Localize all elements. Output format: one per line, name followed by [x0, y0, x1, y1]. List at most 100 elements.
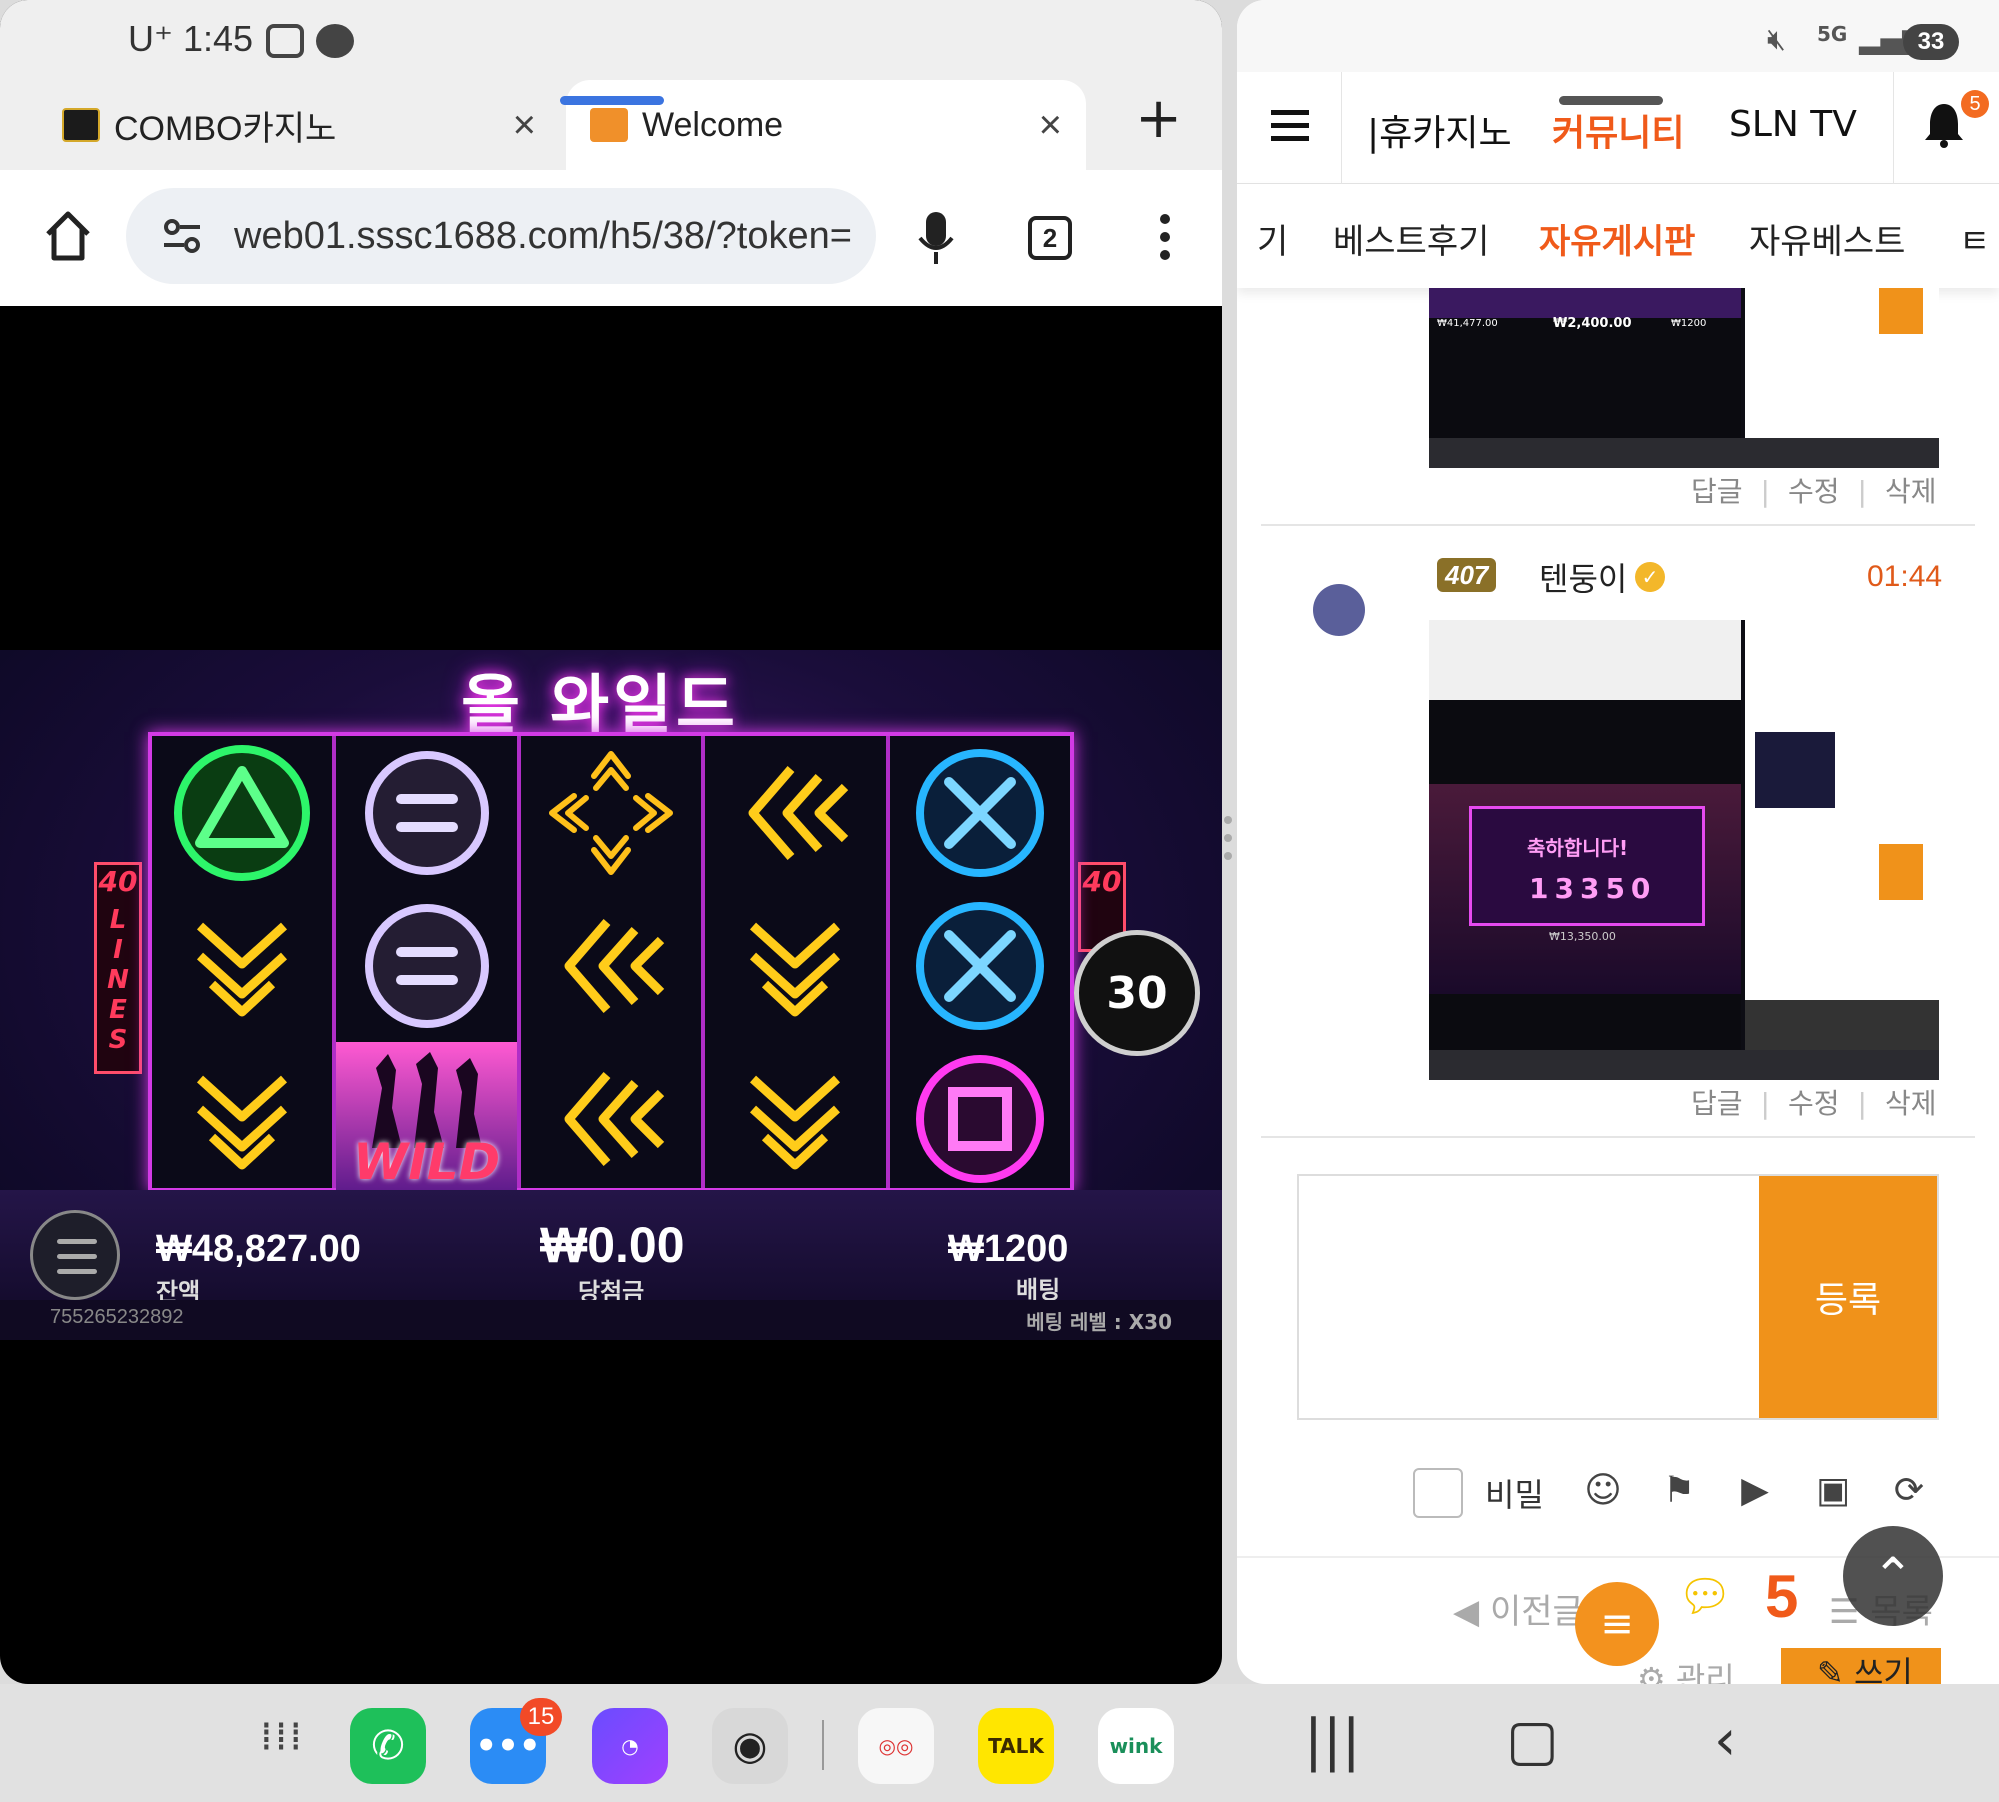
reply-link[interactable]: 답글: [1691, 475, 1743, 508]
symbol-chevron-down: [152, 1042, 332, 1195]
hamburger-menu-icon[interactable]: [1271, 110, 1309, 149]
reel-2: WILD: [336, 736, 521, 1195]
more-menu-icon[interactable]: [1160, 214, 1170, 268]
board-tab-free-board[interactable]: 자유게시판: [1539, 214, 1695, 263]
symbol-chevron-down: [705, 1042, 885, 1195]
submit-button[interactable]: 등록: [1759, 1176, 1937, 1418]
nav-item-community[interactable]: 커뮤니티: [1552, 104, 1684, 156]
back-button[interactable]: ‹: [1714, 1708, 1736, 1773]
internet-app-icon[interactable]: ◔: [592, 1708, 668, 1784]
autospin-button[interactable]: 30: [1074, 930, 1200, 1056]
write-label: 쓰기: [1853, 1654, 1913, 1684]
flag-icon[interactable]: ⚑: [1657, 1468, 1701, 1512]
wink-app-icon[interactable]: wink: [1098, 1708, 1174, 1784]
tab-welcome[interactable]: Welcome ×: [566, 80, 1086, 170]
tab-strip: COMBO카지노 × Welcome × +: [0, 80, 1222, 170]
refresh-icon[interactable]: ⟳: [1887, 1468, 1931, 1512]
lines-count: 40: [1082, 865, 1122, 898]
thumb-dock: [1429, 438, 1939, 468]
symbol-x: [890, 889, 1070, 1042]
tab-combo[interactable]: COMBO카지노 ×: [40, 80, 560, 170]
slot-game[interactable]: 올 와일드 40 LINES 40 WILD 30 ₩48,827.00 잔액 …: [0, 650, 1222, 1340]
win-value: ₩0.00: [540, 1217, 685, 1273]
board-tab-free-best[interactable]: 자유베스트: [1749, 214, 1905, 263]
thumb-page: [1745, 620, 1939, 1080]
emoji-icon[interactable]: ☺: [1581, 1468, 1625, 1512]
chevron-left-icon: [564, 1071, 665, 1166]
kakaotalk-app-icon[interactable]: TALK: [978, 1708, 1054, 1784]
loading-indicator: [560, 96, 664, 105]
chevron-down-icon: [197, 1075, 288, 1169]
chevron-down-icon: [750, 1075, 841, 1169]
write-button[interactable]: ✎ 쓰기: [1781, 1648, 1941, 1684]
lines-indicator-left: 40 LINES: [94, 862, 142, 1074]
new-tab-button[interactable]: +: [1135, 86, 1182, 151]
x-icon: [915, 748, 1044, 877]
site-settings-icon[interactable]: [162, 216, 202, 256]
chat-icon[interactable]: 💬︎: [1677, 1570, 1733, 1622]
reply-link[interactable]: 답글: [1691, 1087, 1743, 1120]
verified-icon: ✓: [1635, 562, 1665, 592]
game-info-bar: ₩48,827.00 잔액 ₩0.00 당첨금 ₩1200 배팅: [0, 1190, 1222, 1306]
avatar: [1313, 584, 1365, 636]
prev-post-link[interactable]: ◀ 이전글: [1453, 1584, 1584, 1633]
scroll-to-top-button[interactable]: ⌃: [1843, 1526, 1943, 1626]
home-icon[interactable]: [44, 208, 92, 264]
symbol-x: [890, 736, 1070, 889]
triangle-icon: [174, 744, 311, 881]
board-tab-best-review[interactable]: 베스트후기: [1333, 214, 1489, 263]
comment-image[interactable]: 축하합니다! 13350 ₩13,350.00: [1429, 620, 1939, 1080]
system-nav: ||| ▢ ‹: [1230, 1684, 1999, 1802]
split-handle[interactable]: [1224, 816, 1234, 876]
reels: WILD: [148, 732, 1074, 1195]
microphone-icon[interactable]: [918, 210, 954, 266]
manage-link[interactable]: ⚙ 관리: [1637, 1654, 1735, 1684]
edit-link[interactable]: 수정: [1788, 475, 1840, 508]
nav-item-sln-tv[interactable]: SLN TV: [1729, 104, 1857, 145]
equals-icon: [364, 750, 489, 875]
video-icon[interactable]: ▶: [1733, 1468, 1777, 1512]
comment-actions: 답글 | 수정 | 삭제: [1691, 475, 1937, 508]
nav-item-casino[interactable]: |휴카지노: [1367, 104, 1512, 156]
level-badge: 407: [1437, 558, 1497, 592]
chrome-app-icon[interactable]: ◎◎: [858, 1708, 934, 1784]
url-field[interactable]: web01.sssc1688.com/h5/38/?token=: [126, 188, 876, 284]
status-bar: 🔇︎ 5G ▂▄▆ 33: [1237, 0, 1999, 72]
comment-time: 01:44: [1867, 560, 1943, 593]
secret-checkbox[interactable]: [1413, 1468, 1463, 1518]
chevron-left-icon: [564, 918, 665, 1013]
tab-switcher-button[interactable]: 2: [1028, 216, 1072, 260]
close-icon[interactable]: ×: [1039, 103, 1062, 148]
comment-actions: 답글 | 수정 | 삭제: [1691, 1087, 1937, 1120]
board-tab-partial[interactable]: 기: [1257, 214, 1288, 263]
board-tab-partial-right[interactable]: ㅌ: [1959, 214, 1990, 263]
floating-menu-button[interactable]: ≡: [1575, 1582, 1659, 1666]
close-icon[interactable]: ×: [513, 103, 536, 148]
delete-link[interactable]: 삭제: [1885, 1087, 1937, 1120]
recents-button[interactable]: |||: [1304, 1708, 1361, 1773]
image-icon[interactable]: ▣: [1811, 1468, 1855, 1512]
game-menu-button[interactable]: [30, 1210, 120, 1300]
bell-icon[interactable]: [1923, 102, 1965, 148]
camera-app-icon[interactable]: ◉: [712, 1708, 788, 1784]
chat-count: 5: [1765, 1563, 1799, 1630]
phone-app-icon[interactable]: ✆: [350, 1708, 426, 1784]
comment-author[interactable]: 텐둥이: [1539, 554, 1627, 600]
symbol-equals: [336, 736, 516, 889]
thumb-balance: ₩41,477.00: [1437, 318, 1498, 329]
comment-image[interactable]: ₩41,477.00 ₩2,400.00 ₩1200: [1429, 288, 1939, 468]
community-pane: 🔇︎ 5G ▂▄▆ 33 |휴카지노 커뮤니티 SLN TV 5 기 베스트후기…: [1237, 0, 1999, 1684]
edit-link[interactable]: 수정: [1788, 1087, 1840, 1120]
symbol-chevron-left: [705, 736, 885, 889]
square-icon: [915, 1054, 1044, 1183]
welcome-favicon: [590, 108, 628, 142]
delete-link[interactable]: 삭제: [1885, 475, 1937, 508]
wild-label: WILD: [353, 1133, 501, 1191]
prev-post-label: 이전글: [1489, 1592, 1584, 1632]
x-icon: [915, 901, 1044, 1030]
symbol-chevron-left: [521, 889, 701, 1042]
home-button[interactable]: ▢: [1506, 1708, 1559, 1773]
messages-badge: 15: [520, 1698, 562, 1736]
app-drawer-icon[interactable]: ⁞⁞⁞: [260, 1714, 304, 1760]
comment-textarea[interactable]: [1299, 1176, 1761, 1418]
